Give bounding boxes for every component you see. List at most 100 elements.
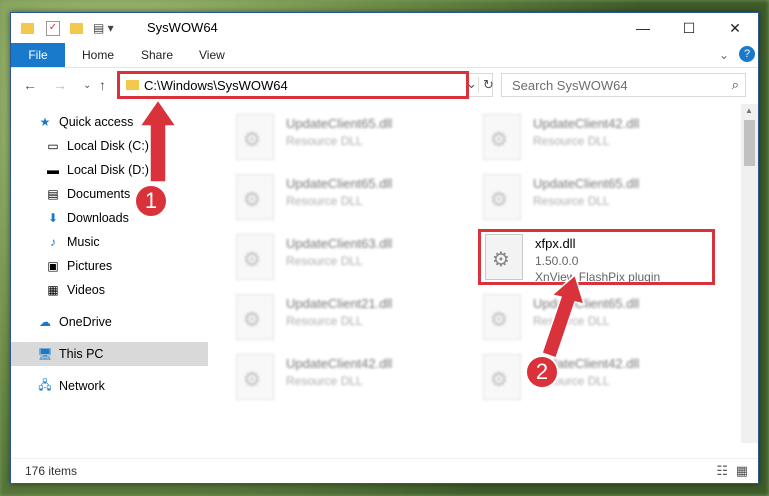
file-description: Resource DLL (286, 194, 363, 208)
scroll-up-icon[interactable]: ▲ (745, 106, 753, 115)
details-view-icon[interactable]: ☷ (716, 463, 728, 479)
documents-icon: ▤ (47, 187, 59, 201)
up-button[interactable]: ↑ (99, 77, 106, 93)
video-icon: ▦ (47, 283, 59, 297)
sidebar-item-onedrive[interactable]: ☁ OneDrive (11, 310, 233, 334)
computer-icon: 🖥 (37, 347, 53, 361)
dll-file-icon (483, 354, 521, 400)
search-placeholder: Search SysWOW64 (512, 78, 628, 93)
file-name: UpdateClient63.dll (286, 236, 393, 251)
list-item[interactable]: UpdateClient42.dll Resource DLL (479, 350, 719, 406)
sidebar-item-quick-access[interactable]: ★ Quick access (11, 110, 233, 134)
folder-icon (21, 22, 34, 34)
sidebar-item-label: OneDrive (59, 315, 112, 329)
navigation-bar: ← → ⌄ ↑ C:\Windows\SysWOW64 ⌄ ↻ Search S… (11, 68, 758, 104)
cloud-icon: ☁ (39, 315, 51, 329)
download-icon: ⬇ (47, 211, 59, 225)
recent-locations-icon[interactable]: ⌄ (83, 80, 91, 91)
dll-file-icon (236, 294, 274, 340)
sidebar-item-label: Documents (67, 187, 131, 201)
ribbon: File Home Share View ⌄ ? (11, 43, 758, 68)
sidebar-item-label: Local Disk (D:) (67, 163, 149, 177)
dll-file-icon (236, 354, 274, 400)
list-item[interactable]: UpdateClient63.dll Resource DLL (232, 230, 472, 286)
sidebar-item-label: Downloads (67, 211, 129, 225)
search-icon: ⌕ (731, 77, 739, 92)
network-icon: 🖧 (38, 377, 52, 392)
step-1-badge: 1 (134, 184, 168, 218)
file-name: UpdateClient65.dll (533, 296, 640, 311)
back-button[interactable]: ← (23, 77, 37, 93)
list-item[interactable]: UpdateClient42.dll Resource DLL (232, 350, 472, 406)
file-description: Resource DLL (286, 374, 363, 388)
new-folder-icon[interactable] (70, 22, 83, 34)
file-description: Resource DLL (286, 134, 363, 148)
quick-access-toolbar: ✓ ▤ ▾ (21, 18, 114, 38)
address-highlight-box (117, 71, 469, 99)
dll-file-icon (236, 114, 274, 160)
large-icons-view-icon[interactable]: ▦ (736, 463, 748, 479)
sidebar-item-pictures[interactable]: ▣ Pictures 📌 (11, 254, 241, 278)
maximize-button[interactable]: ☐ (666, 13, 712, 43)
refresh-icon[interactable]: ↻ (478, 77, 494, 93)
dll-file-icon (483, 174, 521, 220)
close-button[interactable]: ✕ (712, 13, 758, 43)
list-item[interactable]: UpdateClient65.dll Resource DLL (479, 290, 719, 346)
dll-file-icon (483, 114, 521, 160)
sidebar-item-downloads[interactable]: ⬇ Downloads 📌 (11, 206, 241, 230)
music-icon: ♪ (50, 235, 56, 249)
list-item[interactable]: UpdateClient21.dll Resource DLL (232, 290, 472, 346)
help-icon[interactable]: ? (739, 46, 755, 62)
sidebar-item-network[interactable]: 🖧 Network (11, 374, 233, 398)
file-description: Resource DLL (533, 194, 610, 208)
item-count: 176 items (25, 464, 78, 478)
step-2-badge: 2 (525, 355, 559, 389)
expand-ribbon-icon[interactable]: ⌄ (719, 48, 729, 62)
sidebar-item-label: Videos (67, 283, 105, 297)
list-item[interactable]: UpdateClient42.dll Resource DLL (479, 110, 719, 166)
tab-view[interactable]: View (199, 48, 225, 62)
sidebar-item-this-pc[interactable]: 🖥 This PC (11, 342, 233, 366)
properties-icon[interactable]: ✓ (46, 20, 60, 36)
drive-icon: ▭ (47, 139, 59, 153)
sidebar-item-documents[interactable]: ▤ Documents 📌 (11, 182, 241, 206)
file-name: UpdateClient42.dll (533, 116, 640, 131)
list-item[interactable]: UpdateClient65.dll Resource DLL (232, 110, 472, 166)
title-bar: ✓ ▤ ▾ SysWOW64 — ☐ ✕ (11, 13, 758, 43)
sidebar-item-videos[interactable]: ▦ Videos 📌 (11, 278, 241, 302)
file-description: Resource DLL (533, 134, 610, 148)
explorer-window: ✓ ▤ ▾ SysWOW64 — ☐ ✕ File Home Share Vie… (10, 12, 759, 484)
tab-share[interactable]: Share (141, 48, 173, 62)
navigation-pane: ★ Quick access ▭ Local Disk (C:) 📌 ▬ Loc… (11, 104, 237, 443)
vertical-scrollbar[interactable]: ▲ (741, 104, 758, 443)
file-description: Resource DLL (286, 314, 363, 328)
star-icon: ★ (39, 115, 51, 129)
status-bar: 176 items ☷ ▦ (11, 458, 758, 483)
sidebar-item-label: Local Disk (C:) (67, 139, 149, 153)
list-item[interactable]: UpdateClient65.dll Resource DLL (232, 170, 472, 226)
file-description: Resource DLL (286, 254, 363, 268)
list-item[interactable]: UpdateClient65.dll Resource DLL (479, 170, 719, 226)
scroll-thumb[interactable] (744, 120, 755, 166)
dll-file-icon (236, 174, 274, 220)
dll-file-icon (236, 234, 274, 280)
window-title: SysWOW64 (147, 20, 218, 35)
customize-icon[interactable]: ▤ ▾ (93, 21, 114, 35)
search-input[interactable]: Search SysWOW64 ⌕ (501, 73, 746, 97)
sidebar-item-music[interactable]: ♪ Music 📌 (11, 230, 241, 254)
file-name: UpdateClient65.dll (286, 116, 393, 131)
file-highlight-box (478, 229, 715, 285)
tab-file[interactable]: File (11, 43, 65, 67)
sidebar-item-local-disk-d[interactable]: ▬ Local Disk (D:) 📌 (11, 158, 241, 182)
sidebar-item-label: Pictures (67, 259, 113, 273)
minimize-button[interactable]: — (620, 13, 666, 43)
sidebar-item-label: This PC (59, 347, 104, 361)
forward-button[interactable]: → (53, 77, 67, 93)
file-name: UpdateClient65.dll (533, 176, 640, 191)
file-name: UpdateClient21.dll (286, 296, 393, 311)
window-controls: — ☐ ✕ (620, 13, 758, 43)
sidebar-item-local-disk-c[interactable]: ▭ Local Disk (C:) 📌 (11, 134, 241, 158)
pictures-icon: ▣ (47, 259, 59, 273)
file-description: Resource DLL (533, 314, 610, 328)
tab-home[interactable]: Home (82, 48, 114, 62)
